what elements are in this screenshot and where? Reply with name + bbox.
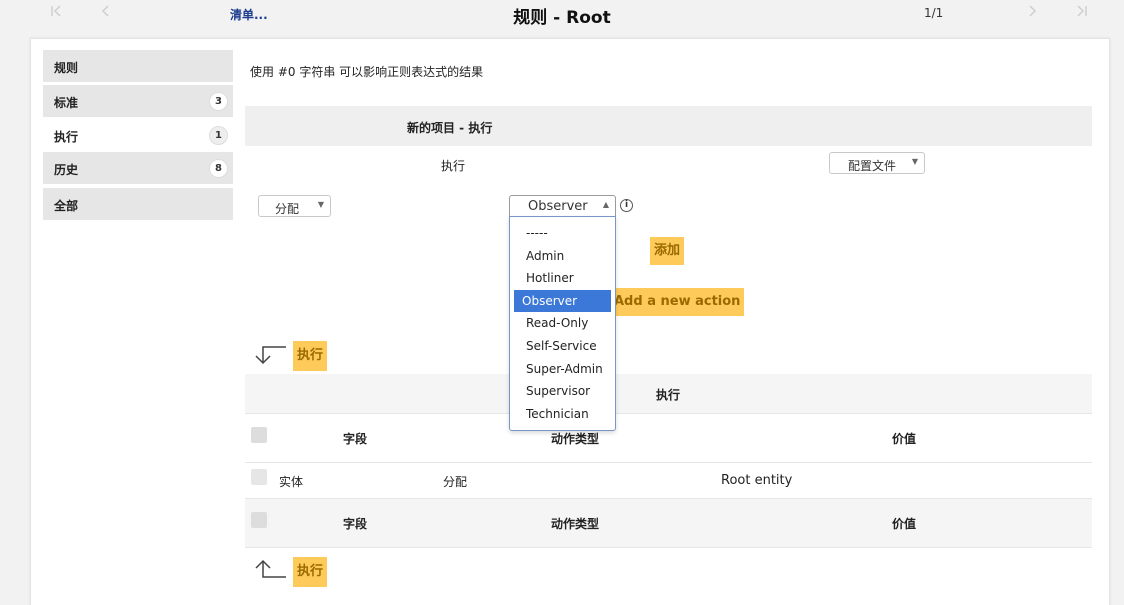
column-header-field[interactable]: 字段 (343, 430, 367, 447)
tab-label: 全部 (54, 199, 79, 213)
chevron-down-icon: ▼ (911, 157, 918, 166)
column-footer-value[interactable]: 价值 (892, 515, 916, 532)
divider (245, 462, 1092, 463)
arrow-up-left-icon (253, 558, 287, 583)
action-label: 执行 (441, 159, 466, 173)
dropdown-option[interactable]: Hotliner (514, 267, 611, 290)
page-title: 规则 - Root (513, 8, 611, 28)
dropdown-option[interactable]: Self-Service (514, 335, 611, 358)
table-caption-band: 执行 (245, 374, 1092, 414)
tab-label: 标准 (54, 96, 79, 110)
tab-label: 规则 (54, 61, 79, 75)
top-navigation-bar: 清单... 规则 - Root 1/1 (0, 0, 1124, 30)
divider (245, 413, 1092, 414)
assign-select-value: 分配 (275, 202, 300, 216)
next-page-icon[interactable] (1024, 4, 1040, 24)
dropdown-option[interactable]: Super-Admin (514, 358, 611, 381)
arrow-down-left-icon (253, 344, 287, 369)
count-badge: 1 (209, 126, 228, 145)
select-all-checkbox-bottom[interactable] (251, 512, 267, 528)
value-dropdown-list[interactable]: ----- Admin Hotliner Observer Read-Only … (509, 216, 616, 431)
divider (245, 547, 1092, 548)
profile-select-value: 配置文件 (848, 159, 897, 173)
dropdown-option[interactable]: Admin (514, 245, 611, 268)
tab-criteria[interactable]: 标准 3 (43, 85, 233, 117)
column-header-action-type[interactable]: 动作类型 (551, 430, 599, 447)
select-all-checkbox[interactable] (251, 427, 267, 443)
column-header-value[interactable]: 价值 (892, 430, 916, 447)
page-count: 1/1 (924, 6, 944, 20)
value-select[interactable]: Observer ▲ (509, 195, 616, 217)
dropdown-option[interactable]: ----- (514, 222, 611, 245)
dropdown-option[interactable]: Read-Only (514, 312, 611, 335)
row-checkbox[interactable] (251, 469, 267, 485)
main-card: 规则 标准 3 执行 1 历史 8 全部 使用 #0 字符串 可以影响正则表达式… (30, 38, 1110, 605)
tab-actions[interactable]: 执行 1 (43, 119, 233, 151)
column-footer-field[interactable]: 字段 (343, 515, 367, 532)
add-new-action-button[interactable]: Add a new action (610, 288, 745, 316)
new-item-title: 新的项目 - 执行 (407, 121, 493, 135)
dropdown-option[interactable]: Technician (514, 403, 611, 426)
regex-hint-text: 使用 #0 字符串 可以影响正则表达式的结果 (250, 65, 484, 79)
add-button[interactable]: 添加 (650, 237, 685, 265)
table-footer-band (245, 499, 1092, 547)
count-badge: 3 (209, 92, 228, 111)
tab-history[interactable]: 历史 8 (43, 152, 233, 184)
count-badge: 8 (209, 159, 228, 178)
value-select-value: Observer (528, 199, 588, 214)
tab-label: 执行 (54, 130, 79, 144)
new-item-header: 新的项目 - 执行 (245, 106, 1092, 146)
profile-select[interactable]: 配置文件 ▼ (829, 152, 925, 174)
chevron-down-icon: ▼ (317, 200, 324, 209)
cell-value: Root entity (721, 473, 793, 488)
cell-action-type: 分配 (443, 475, 468, 489)
tab-label: 历史 (54, 163, 79, 177)
cell-field: 实体 (279, 475, 304, 489)
table-caption: 执行 (656, 388, 681, 402)
tab-all[interactable]: 全部 (43, 188, 233, 220)
info-icon[interactable]: i (620, 199, 633, 212)
dropdown-option[interactable]: Supervisor (514, 380, 611, 403)
tab-rule[interactable]: 规则 (43, 50, 233, 82)
batch-action-button-bottom[interactable]: 执行 (293, 557, 328, 587)
dropdown-option-selected[interactable]: Observer (514, 289, 611, 313)
batch-action-button[interactable]: 执行 (293, 341, 328, 371)
last-page-icon[interactable] (1074, 4, 1090, 24)
chevron-up-icon: ▲ (602, 200, 609, 209)
assign-select[interactable]: 分配 ▼ (258, 195, 331, 217)
column-footer-action-type[interactable]: 动作类型 (551, 515, 599, 532)
